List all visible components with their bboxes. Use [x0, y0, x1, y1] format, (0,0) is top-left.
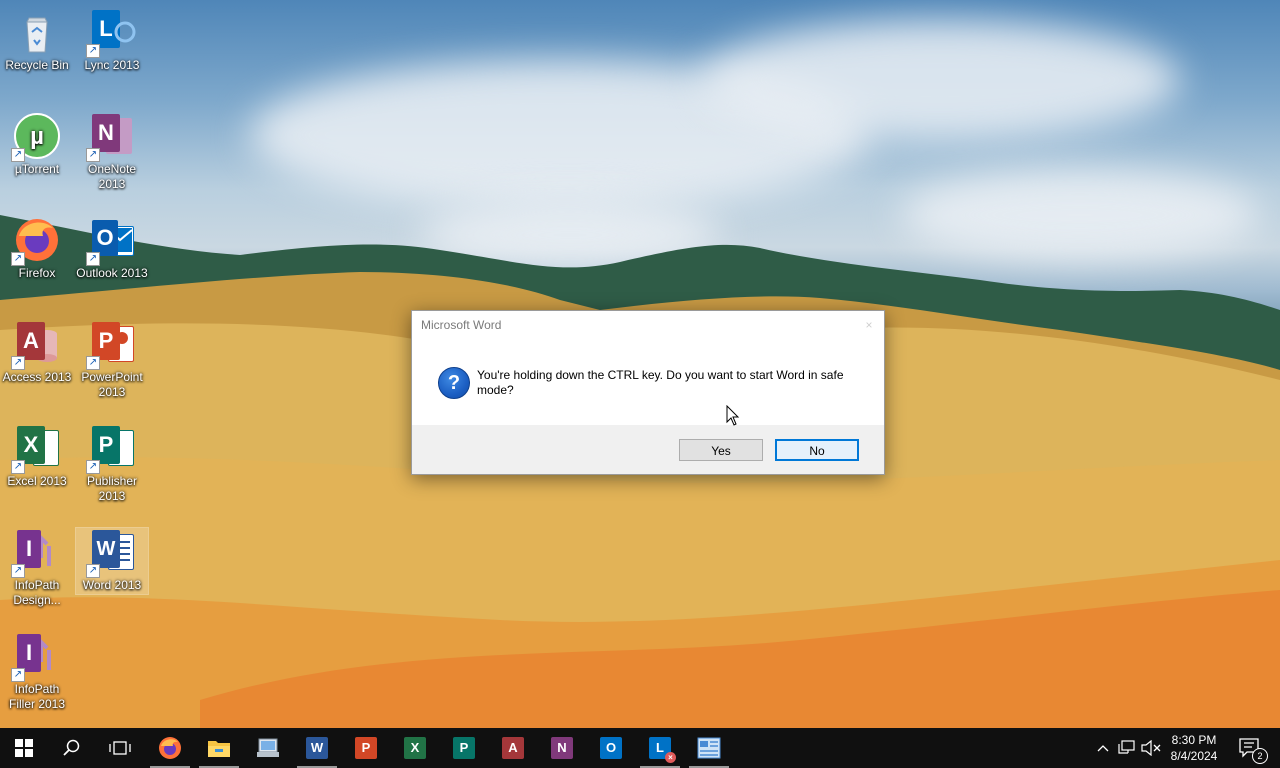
desktop-icon-access[interactable]: A ↗ Access 2013 — [1, 320, 73, 385]
lync-icon: L × — [649, 737, 676, 763]
taskbar: W P X P A N O L × 8:30 PM 8/4/2024 2 — [0, 728, 1280, 768]
task-view-button[interactable] — [96, 728, 144, 768]
lync-icon: L ↗ — [86, 8, 136, 58]
desktop-icon-label: OneNote 2013 — [87, 162, 137, 191]
safe-mode-dialog: Microsoft Word × ? You're holding down t… — [411, 310, 885, 475]
desktop-icon-label: Firefox — [18, 266, 56, 280]
desktop-icon-label: InfoPath Filler 2013 — [8, 682, 66, 711]
access-icon: A ↗ — [11, 320, 61, 370]
search-button[interactable] — [48, 728, 96, 768]
desktop-icon-label: Access 2013 — [2, 370, 72, 384]
recycle-bin-icon — [13, 8, 61, 56]
powerpoint-icon: P — [355, 737, 377, 759]
firefox-icon: ↗ — [11, 216, 61, 266]
taskbar-onenote[interactable]: N — [538, 728, 586, 768]
svg-text:µ: µ — [30, 123, 44, 150]
access-icon: A — [502, 737, 524, 759]
desktop-icon-label: µTorrent — [14, 162, 60, 176]
error-badge-icon: × — [665, 752, 676, 763]
desktop-icon-label: Publisher 2013 — [86, 474, 138, 503]
excel-icon: X — [404, 737, 426, 759]
taskbar-access[interactable]: A — [489, 728, 537, 768]
desktop-icon-lync[interactable]: L ↗ Lync 2013 — [76, 8, 148, 73]
desktop-icon-onenote[interactable]: N ↗ OneNote 2013 — [76, 112, 148, 192]
desktop-icon-label: Recycle Bin — [5, 58, 69, 72]
powerpoint-icon: P ↗ — [86, 320, 136, 370]
control-panel-icon — [257, 738, 279, 757]
firefox-icon — [159, 737, 181, 759]
file-explorer-icon — [208, 741, 230, 757]
utorrent-icon: µ ↗ — [11, 112, 61, 162]
taskbar-lync[interactable]: L × — [636, 728, 684, 768]
desktop-icon-label: Word 2013 — [82, 578, 142, 592]
dialog-message: You're holding down the CTRL key. Do you… — [477, 368, 844, 397]
desktop-icon-excel[interactable]: X ↗ Excel 2013 — [1, 424, 73, 489]
desktop-icon-infopath-filler[interactable]: I ↗ InfoPath Filler 2013 — [1, 632, 73, 712]
desktop-icon-outlook[interactable]: O ↗ Outlook 2013 — [76, 216, 148, 281]
network-icon — [1118, 740, 1135, 754]
dialog-title: Microsoft Word — [421, 318, 502, 332]
desktop-icon-firefox[interactable]: ↗ Firefox — [1, 216, 73, 281]
desktop-icon-label: PowerPoint 2013 — [81, 370, 143, 399]
clock-date: 8/4/2024 — [1170, 749, 1218, 763]
excel-icon: X ↗ — [11, 424, 61, 474]
desktop-icon-label: Outlook 2013 — [76, 266, 148, 280]
desktop-icon-publisher[interactable]: P ↗ Publisher 2013 — [76, 424, 148, 504]
clock-time: 8:30 PM — [1171, 733, 1217, 747]
task-view-icon — [109, 741, 131, 755]
taskbar-firefox[interactable] — [146, 728, 194, 768]
taskbar-clock[interactable]: 8:30 PM 8/4/2024 — [1164, 732, 1224, 764]
desktop-icon-label: Lync 2013 — [84, 58, 140, 72]
desktop-icon-powerpoint[interactable]: P ↗ PowerPoint 2013 — [76, 320, 148, 400]
word-icon: W — [306, 737, 328, 759]
yes-button[interactable]: Yes — [679, 439, 763, 461]
action-center-button[interactable]: 2 — [1232, 728, 1268, 768]
windows-logo-icon — [15, 739, 33, 757]
notification-count-badge: 2 — [1252, 748, 1268, 764]
taskbar-powerpoint[interactable]: P — [342, 728, 390, 768]
network-button[interactable] — [1116, 728, 1138, 768]
question-icon: ? — [438, 367, 470, 399]
taskbar-control-panel[interactable] — [244, 728, 292, 768]
taskbar-publisher[interactable]: P — [440, 728, 488, 768]
dialog-button-bar: Yes No — [412, 425, 884, 474]
desktop-icon-word[interactable]: W ↗ Word 2013 — [75, 527, 149, 595]
desktop-icon-recycle-bin[interactable]: Recycle Bin — [1, 8, 73, 73]
outlook-icon: O — [600, 737, 622, 759]
infopath-icon — [697, 737, 721, 759]
taskbar-outlook[interactable]: O — [587, 728, 635, 768]
desktop-icon-infopath-designer[interactable]: I ↗ InfoPath Design... — [1, 528, 73, 608]
taskbar-word[interactable]: W — [293, 728, 341, 768]
desktop-icon-utorrent[interactable]: µ ↗ µTorrent — [1, 112, 73, 177]
infopath-designer-icon: I ↗ — [11, 528, 61, 578]
outlook-icon: O ↗ — [86, 216, 136, 266]
word-icon: W ↗ — [86, 528, 136, 578]
taskbar-infopath[interactable] — [685, 728, 733, 768]
publisher-icon: P — [453, 737, 475, 759]
mouse-cursor-icon — [726, 404, 740, 432]
onenote-icon: N ↗ — [86, 112, 136, 162]
volume-muted-icon — [1141, 740, 1161, 756]
show-hidden-icons-button[interactable] — [1092, 728, 1114, 768]
search-icon — [63, 739, 80, 756]
chevron-up-icon — [1097, 745, 1109, 752]
no-button[interactable]: No — [775, 439, 859, 461]
publisher-icon: P ↗ — [86, 424, 136, 474]
desktop-icon-label: InfoPath Design... — [13, 578, 61, 607]
infopath-filler-icon: I ↗ — [11, 632, 61, 682]
onenote-icon: N — [551, 737, 573, 759]
close-icon[interactable]: × — [854, 311, 884, 339]
volume-button[interactable] — [1140, 728, 1162, 768]
taskbar-excel[interactable]: X — [391, 728, 439, 768]
taskbar-file-explorer[interactable] — [195, 728, 243, 768]
start-button[interactable] — [0, 728, 48, 768]
desktop-icon-label: Excel 2013 — [7, 474, 67, 488]
